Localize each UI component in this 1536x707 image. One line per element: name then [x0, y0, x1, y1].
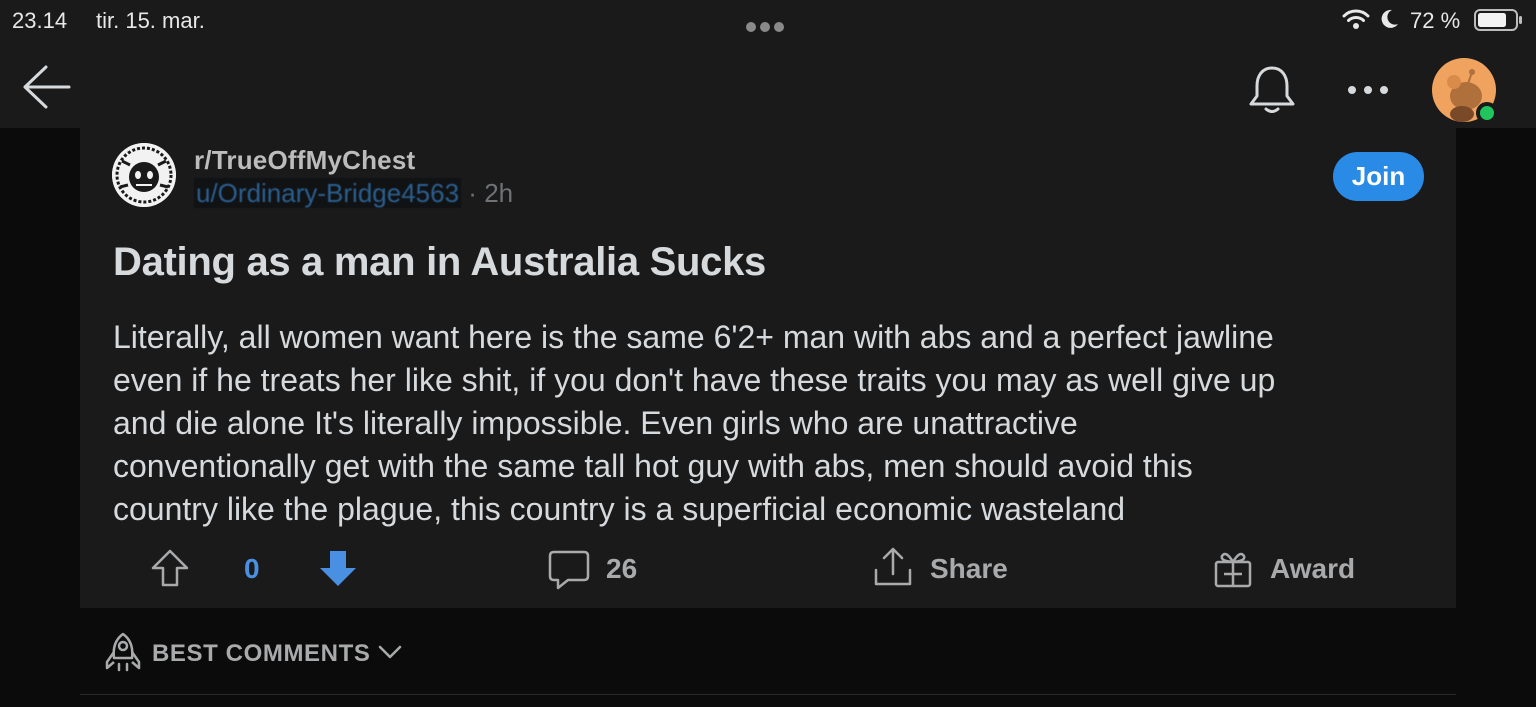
gift-icon [1214, 552, 1252, 588]
post-title: Dating as a man in Australia Sucks [113, 240, 766, 284]
post-meta: u/Ordinary-Bridge4563 · 2h [194, 178, 513, 209]
post-body-line: conventionally get with the same tall ho… [113, 448, 1193, 484]
post-body: Literally, all women want here is the sa… [113, 316, 1433, 531]
comment-sort-selector[interactable]: BEST COMMENTS [104, 632, 424, 672]
share-icon [874, 547, 912, 586]
subreddit-avatar[interactable] [112, 143, 176, 207]
wifi-icon [1342, 9, 1370, 29]
share-label: Share [930, 553, 1008, 584]
status-time: 23.14 [12, 8, 68, 33]
status-bar: 23.14 tir. 15. mar. 72 % [0, 0, 1536, 40]
comment-bubble-icon [548, 550, 590, 590]
divider [80, 694, 1456, 695]
post-author[interactable]: u/Ordinary-Bridge4563 [194, 178, 462, 208]
upvote-icon[interactable] [150, 548, 190, 588]
vote-count: 0 [244, 553, 260, 584]
downvote-icon[interactable] [318, 548, 358, 588]
bell-icon[interactable] [1246, 64, 1298, 116]
top-navigation-bar [0, 40, 1536, 128]
post-body-line: even if he treats her like shit, if you … [113, 362, 1276, 398]
more-horizontal-icon[interactable] [1346, 84, 1390, 96]
join-button[interactable]: Join [1333, 152, 1424, 201]
comments-count: 26 [606, 553, 638, 584]
meta-separator: · [468, 178, 477, 208]
online-status-indicator [1476, 102, 1498, 124]
battery-icon [1474, 9, 1522, 31]
post-body-line: country like the plague, this country is… [113, 491, 1126, 527]
post-body-line: and die alone It's literally impossible.… [113, 405, 1078, 441]
post-body-line: Literally, all women want here is the sa… [113, 319, 1274, 355]
arrow-left-icon[interactable] [22, 64, 72, 110]
subreddit-name[interactable]: r/TrueOffMyChest [194, 145, 415, 176]
moon-icon [1381, 9, 1398, 28]
subreddit-logo-icon [112, 143, 176, 207]
status-date: tir. 15. mar. [96, 8, 205, 33]
award-button[interactable]: Award [1212, 546, 1372, 590]
rocket-icon [105, 632, 141, 672]
share-button[interactable]: Share [872, 546, 1022, 590]
sort-label: BEST COMMENTS [152, 640, 371, 667]
post-age: 2h [484, 178, 514, 208]
multitasking-dots-icon[interactable] [746, 19, 792, 32]
battery-percent: 72 % [1410, 8, 1461, 33]
chevron-down-icon [378, 645, 402, 659]
award-label: Award [1270, 553, 1356, 584]
